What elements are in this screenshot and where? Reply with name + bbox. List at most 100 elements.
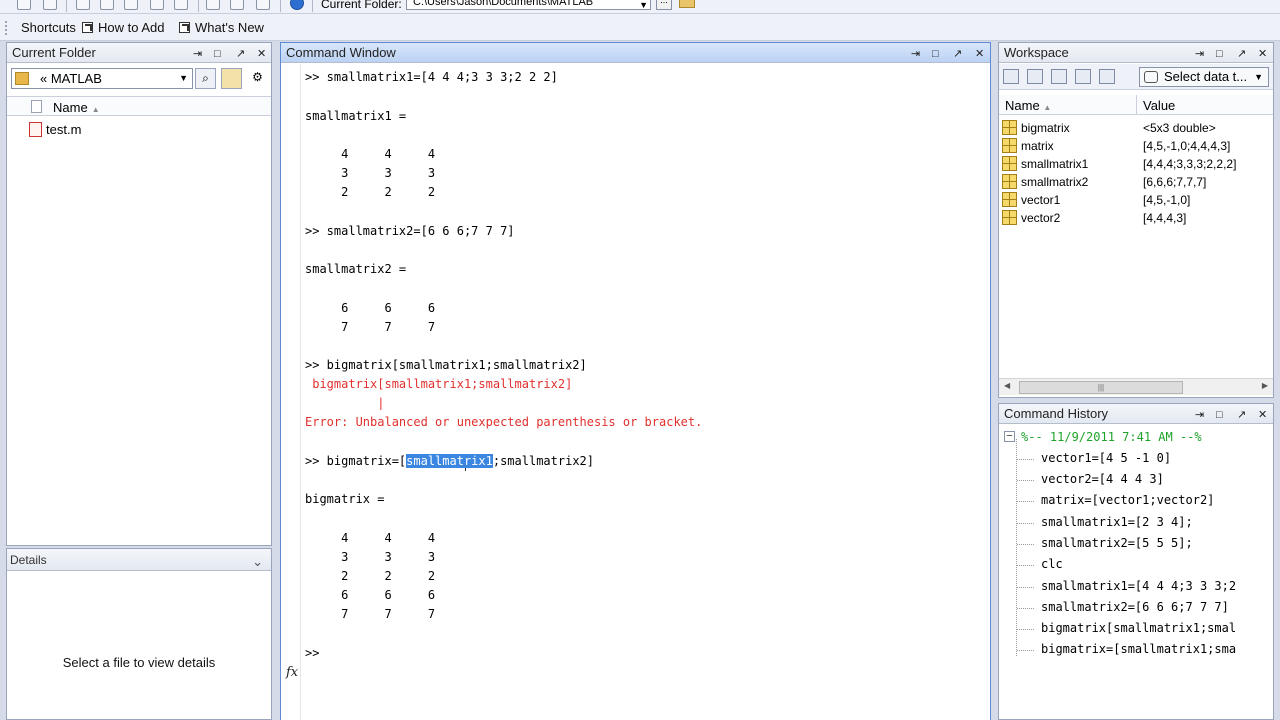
history-entry[interactable]: bigmatrix=[smallmatrix1;sma xyxy=(1041,642,1236,656)
select-data-dropdown[interactable]: Select data t... ▼ xyxy=(1139,67,1269,87)
command-window-titlebar[interactable]: Command Window ⇥ □ ↗ ✕ xyxy=(281,43,990,63)
history-entry[interactable]: smallmatrix1=[4 4 4;3 3 3;2 xyxy=(1041,579,1236,593)
history-entry[interactable]: clc xyxy=(1041,557,1063,571)
workspace-row[interactable]: smallmatrix2 [6,6,6;7,7,7] xyxy=(999,173,1273,191)
file-list-item[interactable]: test.m xyxy=(29,122,81,137)
command-window-console[interactable]: >> smallmatrix1=[4 4 4;3 3 3;2 2 2] smal… xyxy=(281,64,990,720)
help-icon[interactable] xyxy=(290,0,304,10)
maximize-icon[interactable]: □ xyxy=(1216,406,1223,425)
m-file-icon xyxy=(29,122,42,137)
toolbar-grip[interactable] xyxy=(5,21,8,35)
matrix-icon xyxy=(1002,120,1017,135)
name-column-header[interactable]: Name ▲ xyxy=(1005,98,1051,113)
import-data-icon[interactable] xyxy=(1051,69,1067,84)
browse-folder-button[interactable]: ... xyxy=(656,0,672,10)
folder-icon xyxy=(15,72,29,85)
copy-icon[interactable] xyxy=(100,0,114,10)
maximize-icon[interactable]: □ xyxy=(932,45,939,64)
maximize-icon[interactable]: □ xyxy=(1216,45,1223,64)
popout-icon[interactable]: ↗ xyxy=(1237,45,1246,64)
selected-text[interactable]: smallmatrix1 xyxy=(406,454,493,468)
details-titlebar[interactable]: Details ⌄ xyxy=(7,549,271,571)
close-icon[interactable]: ✕ xyxy=(1258,45,1267,64)
guide-icon[interactable] xyxy=(230,0,244,10)
workspace-title: Workspace xyxy=(1004,45,1069,60)
undo-icon[interactable] xyxy=(150,0,164,10)
search-icon[interactable]: ⌕ xyxy=(195,68,216,89)
history-entry[interactable]: smallmatrix2=[6 6 6;7 7 7] xyxy=(1041,600,1229,614)
error-caret-line: | xyxy=(305,396,385,410)
value-column-header[interactable]: Value xyxy=(1143,98,1175,113)
popout-icon[interactable]: ↗ xyxy=(1237,406,1246,425)
open-folder-icon[interactable] xyxy=(43,0,57,10)
right-splitter[interactable] xyxy=(991,42,998,720)
cut-icon[interactable] xyxy=(76,0,90,10)
command-history-titlebar[interactable]: Command History ⇥ □ ↗ ✕ xyxy=(999,404,1273,424)
main-toolbar: Current Folder: C:\Users\Jason\Documents… xyxy=(0,0,1280,14)
parent-folder-icon[interactable] xyxy=(221,68,242,89)
maximize-icon[interactable]: □ xyxy=(214,45,221,64)
popout-icon[interactable]: ↗ xyxy=(953,45,962,64)
simulink-icon[interactable] xyxy=(206,0,220,10)
history-entry[interactable]: smallmatrix1=[2 3 4]; xyxy=(1041,515,1193,529)
file-type-icon xyxy=(31,100,42,113)
chevron-down-icon[interactable]: ▼ xyxy=(1254,68,1263,86)
history-entry[interactable]: vector1=[4 5 -1 0] xyxy=(1041,451,1171,465)
console-line: 4 4 4 xyxy=(305,147,436,161)
close-icon[interactable]: ✕ xyxy=(1258,406,1267,425)
sort-ascending-icon: ▲ xyxy=(91,105,100,114)
undock-icon[interactable]: ⇥ xyxy=(193,45,202,64)
workspace-row[interactable]: smallmatrix1 [4,4,4;3,3,3;2,2,2] xyxy=(999,155,1273,173)
current-folder-titlebar[interactable]: Current Folder ⇥ □ ↗ ✕ xyxy=(7,43,271,63)
variable-name: vector1 xyxy=(1021,193,1061,207)
workspace-row[interactable]: bigmatrix <5x3 double> xyxy=(999,119,1273,137)
current-folder-panel: Current Folder ⇥ □ ↗ ✕ « MATLAB ▼ ⌕ ⚙ Na… xyxy=(6,42,272,546)
profiler-icon[interactable] xyxy=(256,0,270,10)
scroll-left-icon[interactable]: ◀ xyxy=(1004,381,1010,390)
left-splitter[interactable] xyxy=(272,42,280,720)
variable-value: [6,6,6;7,7,7] xyxy=(1143,175,1207,189)
gear-icon[interactable]: ⚙ xyxy=(247,68,268,89)
chevron-down-icon[interactable]: ⌄ xyxy=(252,551,263,573)
command-history-title: Command History xyxy=(1004,406,1109,421)
command-prompt[interactable]: >> xyxy=(305,646,319,660)
history-entry[interactable]: matrix=[vector1;vector2] xyxy=(1041,493,1214,507)
chevron-down-icon[interactable]: ▼ xyxy=(179,69,188,88)
save-workspace-icon[interactable] xyxy=(1075,69,1091,84)
workspace-row[interactable]: matrix [4,5,-1,0;4,4,4,3] xyxy=(999,137,1273,155)
new-variable-icon[interactable] xyxy=(1003,69,1019,84)
close-icon[interactable]: ✕ xyxy=(975,45,984,64)
workspace-row[interactable]: vector1 [4,5,-1,0] xyxy=(999,191,1273,209)
history-entry[interactable]: smallmatrix2=[5 5 5]; xyxy=(1041,536,1193,550)
close-icon[interactable]: ✕ xyxy=(257,45,266,64)
popout-icon[interactable]: ↗ xyxy=(236,45,245,64)
undock-icon[interactable]: ⇥ xyxy=(1195,406,1204,425)
history-entry[interactable]: bigmatrix[smallmatrix1;smal xyxy=(1041,621,1236,635)
whats-new-item[interactable]: What's New xyxy=(179,20,264,35)
matrix-icon xyxy=(1002,210,1017,225)
new-file-icon[interactable] xyxy=(17,0,31,10)
shortcuts-item[interactable]: Shortcuts xyxy=(21,20,76,35)
undock-icon[interactable]: ⇥ xyxy=(911,45,920,64)
redo-icon[interactable] xyxy=(174,0,188,10)
undock-icon[interactable]: ⇥ xyxy=(1195,45,1204,64)
scroll-thumb[interactable]: ||| xyxy=(1019,381,1183,394)
chevron-down-icon[interactable]: ▼ xyxy=(639,0,648,12)
collapse-icon[interactable]: − xyxy=(1004,431,1015,442)
up-folder-icon[interactable] xyxy=(679,0,695,8)
open-variable-icon[interactable] xyxy=(1027,69,1043,84)
delete-variable-icon[interactable] xyxy=(1099,69,1115,84)
horizontal-scrollbar[interactable]: ◀ ||| ▶ xyxy=(999,378,1273,395)
folder-address-bar[interactable]: « MATLAB ▼ xyxy=(11,68,193,89)
whats-new-label: What's New xyxy=(195,20,264,35)
scroll-right-icon[interactable]: ▶ xyxy=(1262,381,1268,390)
paste-icon[interactable] xyxy=(124,0,138,10)
how-to-add-item[interactable]: How to Add xyxy=(82,20,165,35)
session-header[interactable]: %-- 11/9/2011 7:41 AM --% xyxy=(1021,430,1202,444)
current-folder-path-input[interactable]: C:\Users\Jason\Documents\MATLAB ▼ xyxy=(406,0,651,10)
workspace-row[interactable]: vector2 [4,4,4,3] xyxy=(999,209,1273,227)
workspace-titlebar[interactable]: Workspace ⇥ □ ↗ ✕ xyxy=(999,43,1273,63)
history-entry[interactable]: vector2=[4 4 4 3] xyxy=(1041,472,1164,486)
name-column-header[interactable]: Name ▲ xyxy=(53,100,100,115)
function-browser-icon[interactable]: fx xyxy=(286,665,298,680)
